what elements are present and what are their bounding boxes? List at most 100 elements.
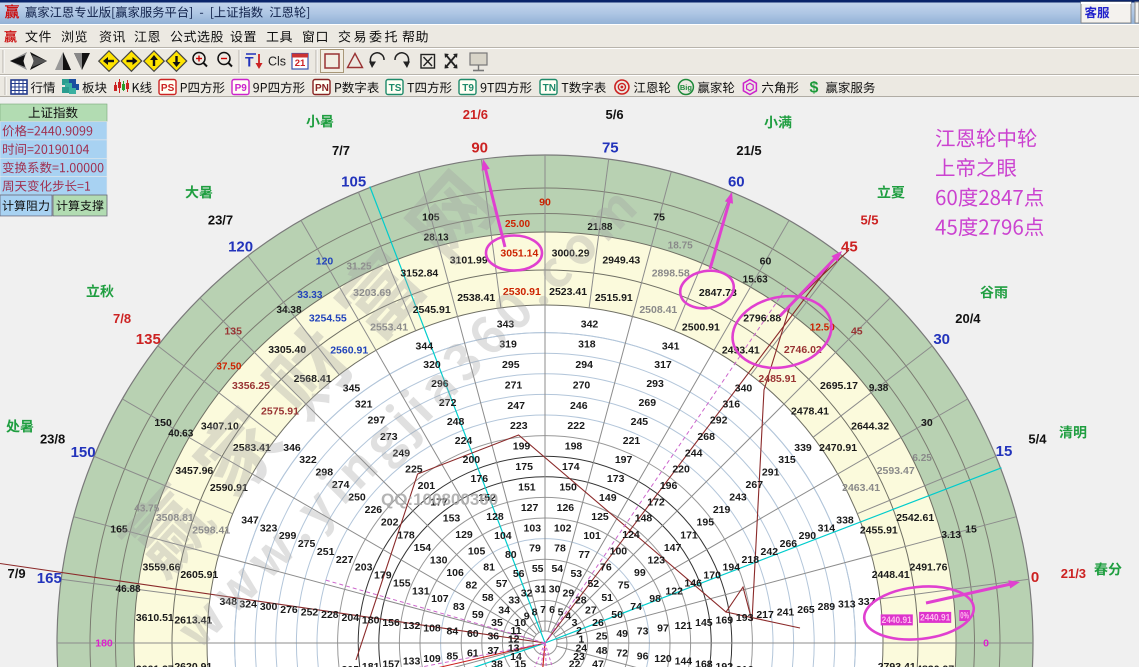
svg-text:289: 289 — [818, 601, 836, 613]
svg-text:154: 154 — [414, 542, 432, 554]
svg-text:105: 105 — [341, 173, 366, 190]
svg-text:148: 148 — [635, 513, 653, 525]
svg-text:168: 168 — [695, 658, 713, 667]
svg-text:250: 250 — [348, 492, 366, 504]
svg-text:24: 24 — [575, 642, 587, 654]
svg-text:193: 193 — [736, 612, 754, 624]
svg-text:2545.91: 2545.91 — [413, 304, 451, 316]
svg-text:176: 176 — [471, 473, 489, 485]
svg-text:132: 132 — [403, 620, 421, 632]
svg-text:226: 226 — [365, 504, 383, 516]
svg-text:225: 225 — [405, 464, 423, 476]
svg-text:245: 245 — [631, 416, 649, 428]
svg-text:56: 56 — [513, 568, 525, 580]
svg-text:150: 150 — [71, 444, 96, 461]
svg-text:27: 27 — [585, 605, 597, 617]
svg-text:60: 60 — [467, 628, 479, 640]
svg-text:338: 338 — [836, 515, 854, 527]
svg-text:2949.43: 2949.43 — [602, 254, 640, 266]
svg-text:90: 90 — [539, 197, 551, 209]
svg-text:266: 266 — [780, 538, 798, 550]
svg-text:2478.41: 2478.41 — [791, 405, 829, 417]
svg-text:21/3: 21/3 — [1061, 566, 1086, 581]
svg-text:149: 149 — [599, 492, 617, 504]
svg-text:28: 28 — [575, 594, 587, 606]
svg-text:75: 75 — [602, 140, 619, 157]
svg-text:153: 153 — [443, 513, 461, 525]
svg-text:291: 291 — [762, 467, 780, 479]
svg-text:21: 21 — [295, 58, 306, 69]
svg-text:2796.88: 2796.88 — [743, 313, 781, 325]
svg-text:3356.25: 3356.25 — [232, 380, 270, 392]
svg-text:165: 165 — [37, 570, 62, 587]
svg-text:46.88: 46.88 — [116, 584, 141, 595]
svg-text:224: 224 — [455, 435, 473, 447]
svg-text:51: 51 — [601, 592, 613, 604]
svg-text:2515.91: 2515.91 — [595, 292, 633, 304]
svg-text:124: 124 — [622, 529, 640, 541]
svg-text:169: 169 — [716, 615, 734, 627]
svg-text:2575.91: 2575.91 — [261, 405, 299, 417]
svg-text:21/5: 21/5 — [736, 143, 761, 158]
svg-text:50: 50 — [611, 609, 623, 621]
svg-text:6: 6 — [549, 604, 555, 616]
svg-text:219: 219 — [713, 504, 731, 516]
svg-text:202: 202 — [381, 517, 399, 529]
svg-text:195: 195 — [697, 517, 715, 529]
svg-text:155: 155 — [393, 578, 411, 590]
svg-text:341: 341 — [662, 340, 680, 352]
svg-text:246: 246 — [570, 400, 588, 412]
svg-text:120: 120 — [228, 239, 253, 256]
svg-text:5: 5 — [558, 606, 564, 618]
svg-text:339: 339 — [794, 442, 812, 454]
svg-text:84: 84 — [447, 625, 459, 637]
svg-text:23/7: 23/7 — [208, 213, 233, 228]
svg-text:90: 90 — [471, 140, 488, 157]
svg-text:150: 150 — [154, 417, 172, 429]
svg-text:129: 129 — [455, 529, 473, 541]
svg-text:323: 323 — [260, 522, 278, 534]
svg-text:99: 99 — [634, 567, 646, 579]
svg-text:172: 172 — [647, 496, 665, 508]
svg-text:180: 180 — [95, 638, 113, 650]
svg-text:221: 221 — [623, 435, 641, 447]
svg-text:294: 294 — [575, 359, 593, 371]
svg-text:126: 126 — [557, 502, 575, 514]
svg-text:156: 156 — [382, 617, 400, 629]
svg-text:32: 32 — [521, 587, 533, 599]
svg-text:242: 242 — [761, 546, 779, 558]
svg-text:5/4: 5/4 — [1028, 432, 1047, 447]
svg-text:102: 102 — [554, 522, 572, 534]
svg-text:2463.41: 2463.41 — [842, 482, 880, 494]
svg-text:74: 74 — [630, 601, 642, 613]
svg-text:55: 55 — [532, 563, 544, 575]
svg-text:265: 265 — [797, 604, 815, 616]
svg-text:127: 127 — [521, 502, 539, 514]
svg-text:222: 222 — [567, 420, 585, 432]
svg-text:290: 290 — [799, 530, 817, 542]
svg-text:313: 313 — [838, 598, 856, 610]
svg-text:276: 276 — [280, 604, 298, 616]
svg-text:34: 34 — [498, 605, 510, 617]
svg-text:3661.37: 3661.37 — [136, 663, 174, 667]
svg-text:33: 33 — [508, 594, 520, 606]
svg-text:85: 85 — [447, 650, 459, 662]
svg-text:57: 57 — [496, 578, 508, 590]
svg-text:181: 181 — [362, 661, 380, 667]
svg-text:45: 45 — [851, 326, 863, 338]
svg-text:247: 247 — [507, 400, 525, 412]
svg-text:3457.96: 3457.96 — [175, 465, 213, 477]
svg-text:72: 72 — [616, 648, 628, 660]
svg-text:2470.91: 2470.91 — [819, 442, 857, 454]
svg-text:269: 269 — [639, 397, 657, 409]
svg-text:317: 317 — [654, 359, 672, 371]
svg-text:60: 60 — [728, 173, 745, 190]
svg-text:175: 175 — [515, 461, 533, 473]
svg-text:248: 248 — [447, 416, 465, 428]
svg-text:106: 106 — [446, 567, 464, 579]
svg-text:25.00: 25.00 — [505, 219, 530, 230]
svg-text:135: 135 — [136, 331, 161, 348]
svg-text:2605.91: 2605.91 — [180, 569, 218, 581]
svg-text:3610.51: 3610.51 — [136, 612, 174, 624]
svg-text:2448.41: 2448.41 — [872, 569, 910, 581]
